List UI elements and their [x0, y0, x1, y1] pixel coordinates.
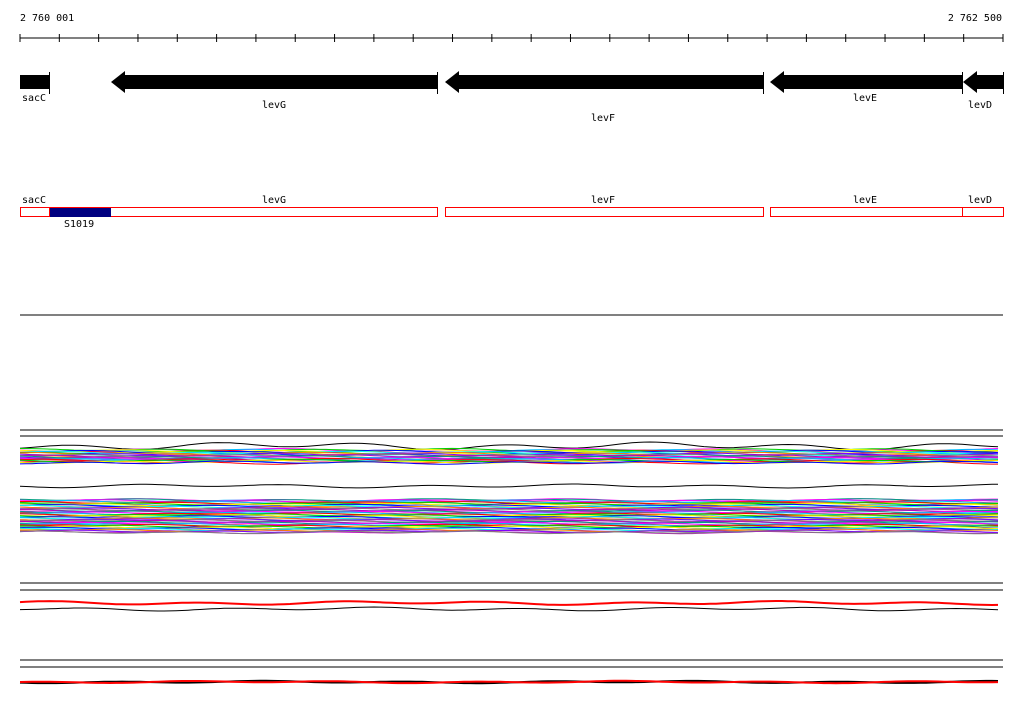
gene-arrow-levg — [111, 71, 437, 93]
gene-arrow-leve — [770, 71, 962, 93]
genome-browser-canvas — [19, 34, 1004, 685]
feature-box-track — [20, 207, 1004, 217]
gene-arrow-levf — [445, 71, 763, 93]
feature-label-sacc[interactable]: sacC — [22, 196, 46, 206]
expression-profile-tracks — [19, 314, 1003, 685]
gene-label-sacc[interactable]: sacC — [22, 94, 46, 104]
expression-profile-line — [19, 606, 999, 612]
expression-profile-line — [19, 483, 999, 489]
gene-arrow-track — [20, 71, 1004, 94]
expression-profile-line — [19, 441, 999, 451]
feature-box-levf — [445, 207, 764, 217]
ruler-end-label: 2 762 500 — [947, 13, 1002, 24]
feature-box-leve — [770, 207, 963, 217]
feature-box-s1019 — [50, 208, 111, 217]
feature-box-sacc — [20, 207, 50, 217]
gene-arrow-levd — [963, 71, 1003, 93]
gene-label-levg[interactable]: levG — [262, 101, 286, 111]
gene-label-levf[interactable]: levF — [591, 114, 615, 124]
ruler-start-label: 2 760 001 — [20, 13, 75, 24]
coordinate-ruler — [19, 34, 1004, 42]
feature-label-levg[interactable]: levG — [262, 196, 286, 206]
gene-arrow-sacc — [20, 75, 49, 89]
feature-label-levf[interactable]: levF — [591, 196, 615, 206]
feature-label-leve[interactable]: levE — [853, 196, 877, 206]
feature-label-levd[interactable]: levD — [968, 196, 992, 206]
expression-profile-line — [19, 600, 999, 607]
feature-label-s1019[interactable]: S1019 — [64, 220, 94, 230]
feature-box-levd — [962, 207, 1004, 217]
gene-label-leve[interactable]: levE — [853, 94, 877, 104]
gene-label-levd[interactable]: levD — [968, 101, 992, 111]
